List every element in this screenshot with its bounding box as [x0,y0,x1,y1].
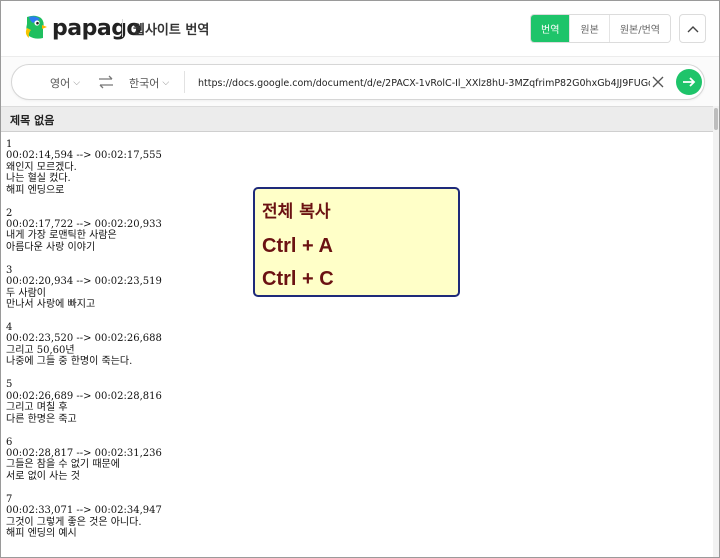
cue-line: 해피 엔딩의 예시 [6,527,77,539]
chevron-down-icon: ⌵ [162,78,170,88]
cue-index: 1 [6,139,13,150]
source-language-label: 영어 [50,77,71,90]
go-button[interactable] [676,69,702,95]
target-language-label: 한국어 [129,77,160,90]
scrollbar[interactable] [713,106,719,557]
cue-time: 00:02:33,071 --> 00:02:34,947 [6,505,162,517]
collapse-button[interactable] [679,14,706,43]
scrollbar-thumb[interactable] [714,108,718,130]
view-mode-toggle: 번역 원본 원본/번역 [530,14,671,43]
subtitle-cue: 4 00:02:23,520 --> 00:02:26,688 그리고 50,6… [6,322,706,368]
swap-languages-icon[interactable] [98,74,114,90]
chevron-up-icon [687,25,698,32]
url-separator [184,71,185,93]
document-title-bar: 제목 없음 [1,106,713,132]
logo-text: papago [52,15,142,41]
cue-line: 그리고 며칠 후 [6,402,68,414]
cue-line: 그리고 50,60년 [6,344,75,356]
header-divider [122,19,123,37]
cue-index: 7 [6,493,13,505]
copy-shortcut-callout: 전체 복사 Ctrl + A Ctrl + C [253,187,460,297]
source-language-select[interactable]: 영어 ⌵ [50,75,80,91]
cue-line: 왜인지 모르겠다. [6,161,77,173]
cue-line: 그들은 참을 수 없기 때문에 [6,459,120,471]
subtitle-cue: 5 00:02:26,689 --> 00:02:28,816 그리고 며칠 후… [6,379,706,425]
cue-line: 만나서 사랑에 빠지고 [6,299,96,311]
callout-title: 전체 복사 [262,202,331,222]
subtitle-cue: 7 00:02:33,071 --> 00:02:34,947 그것이 그렇게 … [6,494,706,540]
target-language-select[interactable]: 한국어 ⌵ [129,75,169,91]
cue-line: 나는 혈실 컸다. [6,173,71,185]
url-bar: 영어 ⌵ 한국어 ⌵ [1,56,719,106]
page-subtitle: 웹사이트 번역 [133,23,210,38]
top-bar: papago 웹사이트 번역 번역 원본 원본/번역 [1,1,719,56]
mode-side-by-side-button[interactable]: 원본/번역 [608,15,670,42]
callout-shortcut-select-all: Ctrl + A [262,235,333,257]
cue-line: 서로 없이 사는 것 [6,470,80,482]
document-title: 제목 없음 [10,114,55,127]
url-box: 영어 ⌵ 한국어 ⌵ [11,64,705,100]
subtitle-cue: 6 00:02:28,817 --> 00:02:31,236 그들은 참을 수… [6,437,706,483]
cue-time: 00:02:28,817 --> 00:02:31,236 [6,447,162,459]
mode-translation-button[interactable]: 번역 [531,15,570,42]
cue-line: 그것이 그렇게 좋은 것은 아니다. [6,516,142,528]
clear-icon[interactable] [652,76,664,88]
mode-original-button[interactable]: 원본 [569,15,609,42]
cue-time: 00:02:23,520 --> 00:02:26,688 [6,333,162,345]
chevron-down-icon: ⌵ [73,78,81,88]
papago-logo[interactable]: papago [23,14,142,42]
cue-index: 6 [6,436,13,448]
arrow-right-icon [683,77,696,87]
cue-index: 5 [6,379,13,391]
cue-time: 00:02:14,594 --> 00:02:17,555 [6,150,162,162]
cue-line: 나중에 그들 중 한명이 죽는다. [6,356,133,368]
papago-bird-icon [25,15,47,39]
url-input[interactable] [198,74,650,92]
cue-time: 00:02:26,689 --> 00:02:28,816 [6,390,162,402]
cue-index: 4 [6,322,13,334]
callout-shortcut-copy: Ctrl + C [262,268,334,290]
cue-line: 다른 한명은 죽고 [6,413,77,425]
